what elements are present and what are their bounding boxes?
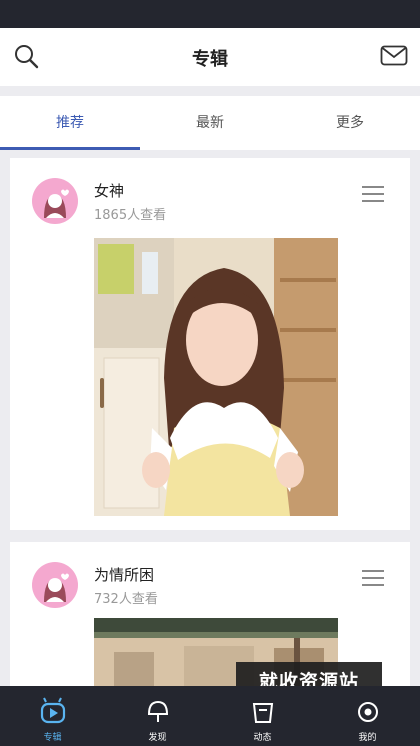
nav-label: 动态 <box>253 733 272 743</box>
bottom-nav: 专辑 发现 动态 我的 <box>0 686 420 746</box>
page-title: 专辑 <box>192 49 228 70</box>
nav-item-album[interactable]: 专辑 <box>0 686 105 746</box>
mail-icon[interactable] <box>380 44 408 68</box>
avatar[interactable] <box>32 562 78 608</box>
feed-icon <box>252 703 274 723</box>
discover-icon <box>147 700 169 722</box>
tab-recommended[interactable]: 推荐 <box>0 96 140 150</box>
status-bar <box>0 0 420 28</box>
nav-label: 专辑 <box>43 733 62 743</box>
nav-item-discover[interactable]: 发现 <box>105 686 210 746</box>
tab-latest[interactable]: 最新 <box>140 96 280 150</box>
album-card[interactable]: 女神 1865人查看 <box>10 158 410 530</box>
view-count: 1865人查看 <box>94 208 167 223</box>
app-header: 专辑 <box>0 28 420 86</box>
nav-item-profile[interactable]: 我的 <box>315 686 420 746</box>
profile-icon <box>358 702 378 722</box>
menu-icon[interactable] <box>362 186 384 204</box>
active-tab-indicator <box>0 147 140 150</box>
avatar[interactable] <box>32 178 78 224</box>
album-author: 女神 <box>94 182 125 200</box>
tab-more[interactable]: 更多 <box>280 96 420 150</box>
nav-label: 发现 <box>148 733 167 743</box>
album-photo[interactable] <box>94 238 338 516</box>
tab-bar: 推荐 最新 更多 <box>0 96 420 150</box>
view-count: 732人查看 <box>94 592 158 607</box>
nav-label: 我的 <box>358 733 377 743</box>
nav-item-feed[interactable]: 动态 <box>210 686 315 746</box>
album-author: 为情所困 <box>94 566 155 584</box>
menu-icon[interactable] <box>362 570 384 588</box>
album-icon <box>40 697 66 724</box>
